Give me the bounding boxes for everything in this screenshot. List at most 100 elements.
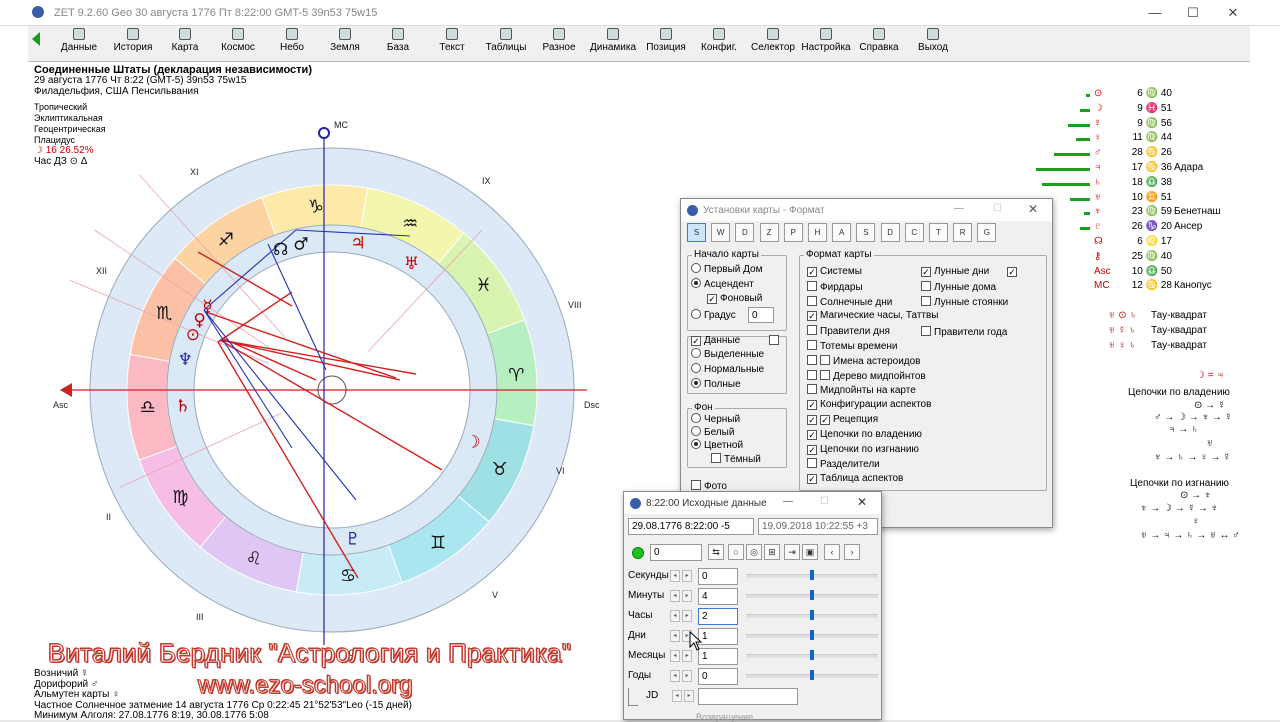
planet-row[interactable]: Asc 10 ♎ 50 (1094, 266, 1214, 280)
format-right-checkbox[interactable]: Лунные стоянки (921, 296, 1008, 309)
back-arrow-icon[interactable] (32, 32, 40, 46)
toolbar-button-8[interactable]: Таблицы (479, 28, 533, 53)
bg-radio[interactable]: Белый (691, 426, 734, 439)
data-row-input[interactable]: 0 (698, 568, 738, 585)
lunar-days-extra-checkbox[interactable]: ✓ (1007, 266, 1020, 279)
close-button[interactable]: ✕ (1216, 3, 1250, 23)
row-left-spin[interactable]: ◂ (670, 630, 680, 642)
bg-radio[interactable]: Черный (691, 413, 740, 426)
row-left-spin[interactable]: ◂ (670, 610, 680, 622)
start-radio[interactable]: Асцендент (691, 278, 754, 291)
format-checkbox[interactable]: Фирдары (807, 280, 863, 294)
format-checkbox[interactable]: ✓ Конфигурации аспектов (807, 399, 931, 412)
format-tool-button[interactable]: T (929, 223, 948, 242)
format-checkbox[interactable]: Дерево мидпойнтов (807, 369, 926, 383)
planet-row[interactable]: ♂ 28 ♋ 26 (1054, 147, 1214, 161)
toolbar-button-12[interactable]: Конфиг. (692, 28, 746, 53)
data-row-input[interactable]: 0 (698, 668, 738, 685)
degree-radio[interactable]: Градус (691, 309, 736, 322)
data-row-input[interactable]: 2 (698, 608, 738, 625)
format-checkbox[interactable]: Правители дня (807, 325, 890, 338)
format-tool-button[interactable]: G (977, 223, 997, 242)
data-tool-button[interactable]: ⇆ (708, 544, 724, 560)
jd-left-spin[interactable]: ◂ (672, 690, 682, 702)
row-left-spin[interactable]: ◂ (670, 590, 680, 602)
slider-thumb[interactable] (810, 650, 814, 660)
toolbar-button-15[interactable]: Справка (852, 28, 906, 53)
toolbar-button-5[interactable]: Земля (318, 28, 372, 53)
toolbar-button-4[interactable]: Небо (265, 28, 319, 53)
row-right-spin[interactable]: ▸ (682, 570, 692, 582)
maximize-button[interactable]: ☐ (1176, 3, 1210, 23)
data-close-button[interactable]: ✕ (857, 495, 867, 509)
data-minimize-button[interactable]: — (783, 496, 793, 507)
planet-row[interactable]: ♃ 17 ♋ 36 Адара (1036, 162, 1214, 176)
format-tool-button[interactable]: D (880, 223, 900, 242)
toolbar-button-7[interactable]: Текст (425, 28, 479, 53)
planet-row[interactable]: ♆ 23 ♍ 59 Бенетнаш (1084, 206, 1221, 220)
format-checkbox[interactable]: Имена астероидов (807, 354, 921, 368)
format-checkbox[interactable]: Разделители (807, 458, 880, 471)
bg-radio[interactable]: Цветной (691, 439, 743, 452)
format-checkbox[interactable]: ✓ Цепочки по изгнанию (807, 444, 919, 457)
slider-thumb[interactable] (810, 570, 814, 580)
format-tool-button[interactable]: R (953, 223, 973, 242)
toolbar-button-1[interactable]: История (106, 28, 160, 53)
planet-row[interactable]: ☽ 9 ♓ 51 (1080, 103, 1214, 117)
planet-row[interactable]: ☊ 6 ♌ 17 (1094, 236, 1214, 250)
planet-row[interactable]: ☿ 9 ♍ 56 (1068, 118, 1214, 132)
toolbar-button-2[interactable]: Карта (158, 28, 212, 53)
toolbar-button-6[interactable]: База (371, 28, 425, 53)
data-tool-button[interactable]: › (844, 544, 860, 560)
datetime-input[interactable]: 29.08.1776 8:22:00 -5 (628, 518, 754, 535)
data-extra-checkbox[interactable] (769, 335, 782, 348)
jd-right-spin[interactable]: ▸ (684, 690, 694, 702)
planet-row[interactable]: ♀ 11 ♍ 44 (1076, 132, 1214, 146)
jd-input[interactable] (698, 688, 798, 705)
row-right-spin[interactable]: ▸ (682, 670, 692, 682)
toolbar-button-11[interactable]: Позиция (639, 28, 693, 53)
format-tool-button[interactable]: P (783, 223, 803, 242)
format-checkbox[interactable]: Тотемы времени (807, 340, 898, 353)
planet-row[interactable]: ♄ 18 ♎ 38 (1042, 177, 1214, 191)
toolbar-button-10[interactable]: Динамика (586, 28, 640, 53)
data-radio[interactable]: Полные (691, 378, 741, 391)
format-tool-button[interactable]: W (711, 223, 731, 242)
data-row-input[interactable]: 1 (698, 628, 738, 645)
background-checkbox[interactable]: ✓ Фоновый (707, 293, 762, 306)
format-checkbox[interactable]: ✓ ✓ Рецепция (807, 414, 878, 427)
toolbar-button-9[interactable]: Разное (532, 28, 586, 53)
slider-thumb[interactable] (810, 590, 814, 600)
data-tool-button[interactable]: ⊞ (764, 544, 780, 560)
format-close-button[interactable]: ✕ (1028, 202, 1038, 216)
format-checkbox[interactable]: ✓ Системы (807, 266, 862, 279)
minimize-button[interactable]: — (1138, 3, 1172, 23)
format-checkbox[interactable]: ✓ Цепочки по владению (807, 429, 922, 442)
natal-wheel[interactable]: ♎♍♌♋♊♉♈♓♒♑♐♏♂☊ ♃♅⊙♀☿♆♄☽♇MCICAsc DscXIIXXII… (40, 118, 600, 658)
data-maximize-button[interactable]: ☐ (820, 496, 829, 507)
format-right-checkbox[interactable]: Лунные дома (921, 281, 996, 294)
degree-input[interactable]: 0 (748, 307, 774, 323)
toolbar-button-0[interactable]: Данные (52, 28, 106, 53)
format-right-checkbox[interactable]: Правители года (921, 326, 1007, 339)
toolbar-button-3[interactable]: Космос (211, 28, 265, 53)
dark-checkbox[interactable]: Тёмный (711, 453, 761, 466)
toolbar-button-13[interactable]: Селектор (746, 28, 800, 53)
row-right-spin[interactable]: ▸ (682, 590, 692, 602)
format-tool-button[interactable]: C (904, 223, 924, 242)
row-right-spin[interactable]: ▸ (682, 610, 692, 622)
toolbar-button-16[interactable]: Выход (906, 28, 960, 53)
format-tool-button[interactable]: S (856, 223, 876, 242)
planet-row[interactable]: ⚷ 25 ♍ 40 (1094, 251, 1214, 265)
format-tool-button[interactable]: D (735, 223, 755, 242)
row-left-spin[interactable]: ◂ (670, 570, 680, 582)
data-row-input[interactable]: 1 (698, 648, 738, 665)
data-tool-button[interactable]: ◎ (746, 544, 762, 560)
format-checkbox[interactable]: ✓ Таблица аспектов (807, 473, 903, 486)
data-checkbox[interactable]: ✓ Данные (691, 335, 740, 348)
status-green-icon[interactable] (632, 547, 644, 559)
data-tool-button[interactable]: ‹ (824, 544, 840, 560)
format-minimize-button[interactable]: — (954, 203, 964, 214)
format-tool-button[interactable]: A (832, 223, 852, 242)
format-tool-button[interactable]: Z (759, 223, 779, 242)
